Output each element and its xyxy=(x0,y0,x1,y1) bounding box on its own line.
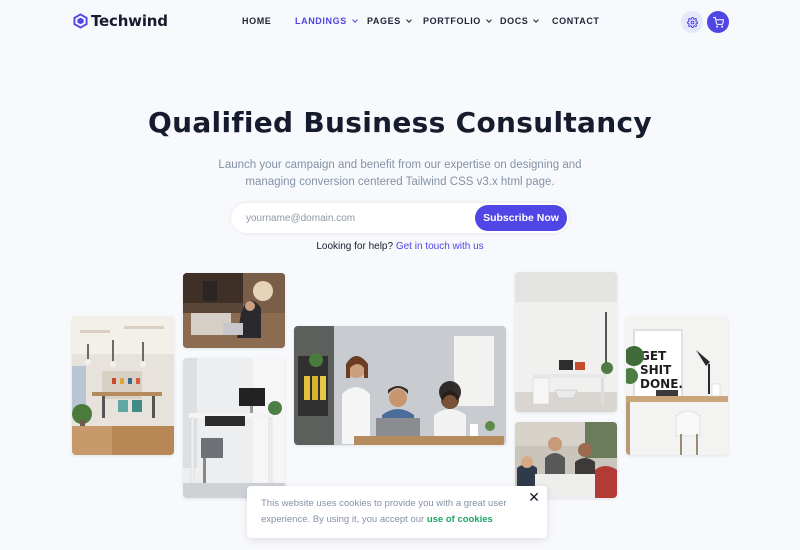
photo-woman-at-laptop xyxy=(183,273,285,348)
poster-line-3: DONE. xyxy=(640,377,683,391)
nav-contact[interactable]: CONTACT xyxy=(552,16,600,26)
chevron-down-icon xyxy=(486,16,492,23)
cart-icon xyxy=(712,16,724,28)
nav-pages[interactable]: PAGES xyxy=(367,16,412,26)
photo-white-room-desk xyxy=(515,272,617,412)
nav-pages-label: PAGES xyxy=(367,16,401,26)
nav-home-label: HOME xyxy=(242,16,272,26)
settings-icon xyxy=(686,16,698,28)
poster-line-1: GET xyxy=(640,349,667,363)
nav-landings-label: LANDINGS xyxy=(295,16,347,26)
logo[interactable]: Techwind xyxy=(73,12,168,30)
page-title: Qualified Business Consultancy xyxy=(148,106,652,139)
cookie-text: This website uses cookies to provide you… xyxy=(261,496,521,527)
nav-home[interactable]: HOME xyxy=(242,16,271,26)
nav-docs[interactable]: DOCS xyxy=(500,16,540,26)
cookie-policy-link[interactable]: use of cookies xyxy=(427,514,493,525)
nav-docs-label: DOCS xyxy=(500,16,529,26)
subscribe-form: Subscribe Now xyxy=(231,203,569,233)
photo-office-interior xyxy=(72,316,174,455)
navbar: Techwind HOME LANDINGS PAGES PORTFOLIO D… xyxy=(0,0,800,42)
subscribe-button[interactable]: Subscribe Now xyxy=(475,205,567,231)
brand-name: Techwind xyxy=(91,12,168,30)
poster-line-2: SHIT xyxy=(640,363,672,377)
logo-icon xyxy=(73,13,88,29)
close-icon[interactable]: ✕ xyxy=(527,490,541,506)
nav-contact-label: CONTACT xyxy=(552,16,600,26)
photo-team-meeting xyxy=(294,326,506,445)
help-prefix: Looking for help? xyxy=(316,241,396,252)
settings-button[interactable] xyxy=(681,11,703,33)
email-input[interactable] xyxy=(231,203,471,233)
photo-white-desk-workspace xyxy=(183,358,285,498)
cookie-banner: This website uses cookies to provide you… xyxy=(247,486,547,538)
contact-link[interactable]: Get in touch with us xyxy=(396,241,484,252)
chevron-down-icon xyxy=(351,16,358,23)
hero-subtitle: Launch your campaign and benefit from ou… xyxy=(218,159,582,188)
chevron-down-icon xyxy=(406,16,412,23)
chevron-down-icon xyxy=(533,16,540,23)
nav-portfolio-label: PORTFOLIO xyxy=(423,16,481,26)
nav-landings[interactable]: LANDINGS xyxy=(295,16,358,26)
nav-portfolio[interactable]: PORTFOLIO xyxy=(423,16,492,26)
cart-button[interactable] xyxy=(707,11,729,33)
help-text: Looking for help? Get in touch with us xyxy=(0,241,800,252)
photo-get-shit-done-desk: GET SHIT DONE. xyxy=(626,316,728,455)
